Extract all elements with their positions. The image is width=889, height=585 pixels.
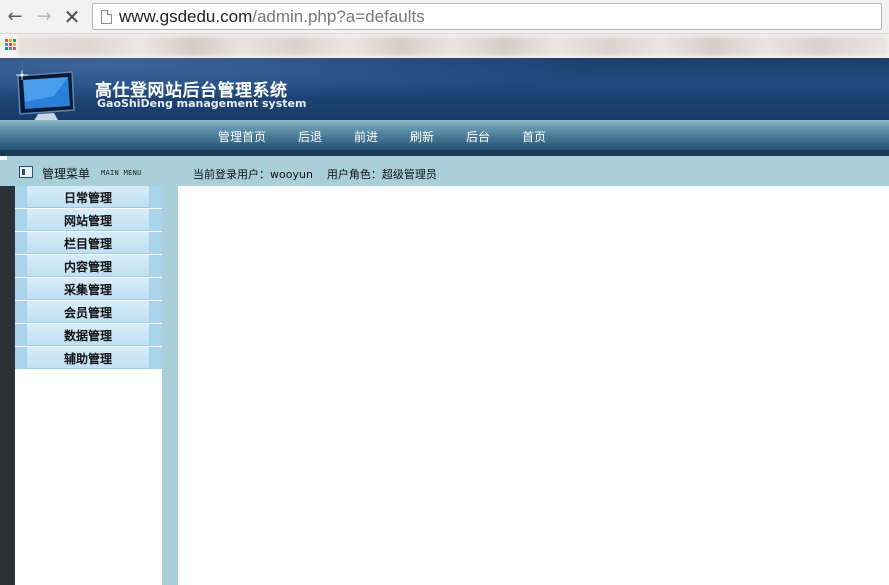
sidebar-item-label: 辅助管理 bbox=[63, 352, 112, 366]
url-path: /admin.php?a=defaults bbox=[252, 7, 425, 26]
frame-separator[interactable] bbox=[162, 186, 178, 585]
sidebar-item-daily[interactable]: 日常管理 bbox=[15, 186, 162, 208]
bookmarks-bar bbox=[0, 34, 889, 58]
sidebar-item-label: 栏目管理 bbox=[63, 237, 112, 251]
nav-homepage[interactable]: 首页 bbox=[522, 128, 546, 145]
role-label: 用户角色： bbox=[326, 168, 382, 181]
forward-arrow-icon[interactable]: → bbox=[33, 6, 55, 28]
current-user-info: 当前登录用户：wooyun 用户角色：超级管理员 bbox=[193, 166, 437, 182]
nav-forward[interactable]: 前进 bbox=[354, 128, 378, 145]
sidebar-item-label: 内容管理 bbox=[63, 260, 112, 274]
sidebar-item-label: 日常管理 bbox=[63, 191, 112, 205]
sidebar-item-label: 网站管理 bbox=[63, 214, 112, 228]
role-name: 超级管理员 bbox=[381, 168, 437, 181]
menu-subtitle: MAIN MENU bbox=[101, 169, 142, 177]
user-label: 当前登录用户： bbox=[193, 168, 270, 181]
sidebar-item-collect[interactable]: 采集管理 bbox=[15, 278, 162, 300]
back-arrow-icon[interactable]: ← bbox=[4, 6, 26, 28]
sidebar-item-label: 会员管理 bbox=[63, 306, 112, 320]
sidebar-item-website[interactable]: 网站管理 bbox=[15, 209, 162, 231]
url-host: www.gsdedu.com bbox=[119, 7, 253, 26]
nav-back[interactable]: 后退 bbox=[298, 128, 322, 145]
nav-admin-home[interactable]: 管理首页 bbox=[218, 128, 266, 145]
user-name: wooyun bbox=[270, 168, 313, 181]
info-bar: 管理菜单 MAIN MENU 当前登录用户：wooyun 用户角色：超级管理员 bbox=[0, 156, 889, 186]
admin-header: 高仕登网站后台管理系统 GaoShiDeng management system bbox=[0, 58, 889, 120]
url-text[interactable]: www.gsdedu.com/admin.php?a=defaults bbox=[119, 7, 425, 27]
sidebar-item-data[interactable]: 数据管理 bbox=[15, 324, 162, 346]
sidebar-item-members[interactable]: 会员管理 bbox=[15, 301, 162, 323]
sidebar-item-label: 采集管理 bbox=[63, 283, 112, 297]
menu-title: 管理菜单 bbox=[42, 167, 91, 181]
sidebar-item-label: 数据管理 bbox=[63, 329, 112, 343]
blurred-bookmarks bbox=[18, 36, 888, 56]
nav-refresh[interactable]: 刷新 bbox=[410, 128, 434, 145]
address-bar[interactable]: www.gsdedu.com/admin.php?a=defaults bbox=[92, 3, 882, 30]
sidebar-item-columns[interactable]: 栏目管理 bbox=[15, 232, 162, 254]
left-frame-border bbox=[0, 186, 15, 585]
main-content-area bbox=[178, 186, 889, 585]
browser-toolbar: ← → ✕ www.gsdedu.com/admin.php?a=default… bbox=[0, 0, 889, 34]
stop-loading-icon[interactable]: ✕ bbox=[61, 6, 83, 28]
top-navigation: 管理首页 后退 前进 刷新 后台 首页 bbox=[0, 120, 889, 154]
sidebar-item-content[interactable]: 内容管理 bbox=[15, 255, 162, 277]
monitor-logo-icon bbox=[16, 70, 75, 120]
sidebar-menu: 日常管理 网站管理 栏目管理 内容管理 采集管理 会员管理 数据管理 辅助管理 bbox=[15, 186, 162, 585]
nav-backend[interactable]: 后台 bbox=[466, 128, 490, 145]
sidebar-item-auxiliary[interactable]: 辅助管理 bbox=[15, 347, 162, 369]
menu-panel-icon bbox=[19, 166, 33, 178]
page-icon bbox=[101, 10, 112, 24]
system-subtitle: GaoShiDeng management system bbox=[97, 97, 307, 110]
apps-grid-icon[interactable] bbox=[5, 39, 17, 51]
